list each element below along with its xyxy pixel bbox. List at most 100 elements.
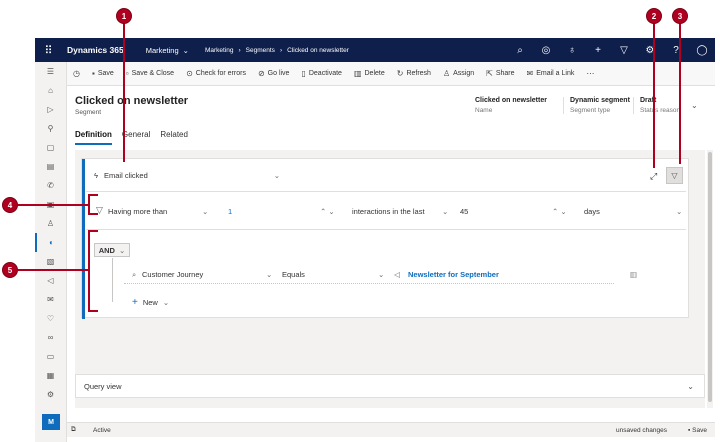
schedule-icon[interactable]: ▦ <box>35 366 66 385</box>
location-icon[interactable]: ⚙ <box>35 385 66 404</box>
play-icon[interactable]: ▷ <box>35 100 66 119</box>
tab-related[interactable]: Related <box>160 130 188 145</box>
phone-icon[interactable]: ✆ <box>35 176 66 195</box>
interaction-selector[interactable]: ϟ Email clicked ⌄ <box>94 171 280 180</box>
mail-icon[interactable]: ✉ <box>35 290 66 309</box>
lightning-icon: ϟ <box>94 171 98 180</box>
header-field-value: Dynamic segment <box>570 97 630 104</box>
lookup-icon: ◁ <box>394 270 400 279</box>
app-name: Marketing <box>145 45 179 55</box>
app-switcher[interactable]: Marketing ⌄ <box>146 46 189 55</box>
delete-label: Delete <box>364 70 385 77</box>
operator-dropdown[interactable]: AND ⌄ <box>94 243 130 257</box>
chevron-down-icon[interactable]: ⌄ <box>378 270 384 279</box>
unit-dropdown[interactable]: days <box>584 207 600 216</box>
plus-icon: + <box>132 297 138 308</box>
filter-button[interactable]: ▽ <box>666 167 683 184</box>
tab-definition[interactable]: Definition <box>75 130 112 145</box>
stepper-icon[interactable]: ⌃ ⌄ <box>320 207 335 216</box>
deactivate-label: Deactivate <box>308 70 342 77</box>
go-live-icon: ⊘ <box>257 69 265 78</box>
chevron-down-icon[interactable]: ⌄ <box>687 382 694 391</box>
operator-select[interactable]: Equals <box>282 270 305 279</box>
statusbar-save-button[interactable]: ▪ Save <box>688 427 707 434</box>
share-label: Share <box>495 70 515 77</box>
delete-button[interactable]: ▥ Delete <box>348 69 391 78</box>
tab-general[interactable]: General <box>122 130 150 145</box>
assign-button[interactable]: ♙ Assign <box>437 69 480 78</box>
deactivate-icon: ▯ <box>301 69 306 78</box>
pin-icon[interactable]: ⚲ <box>35 119 66 138</box>
chevron-down-icon[interactable]: ⌄ <box>202 207 208 216</box>
header-field-label: Name <box>475 107 493 114</box>
chevron-down-icon[interactable]: ⌄ <box>676 207 682 216</box>
event-icon[interactable]: ▭ <box>35 347 66 366</box>
contact-icon[interactable]: ♙ <box>35 214 66 233</box>
header-field-label: Status reason <box>640 107 681 114</box>
query-view-panel[interactable]: Query view ⌄ <box>75 374 705 398</box>
callout-line <box>18 269 88 271</box>
breadcrumb-item[interactable]: Marketing <box>205 47 234 54</box>
save-close-button[interactable]: ▫ Save & Close <box>120 69 180 78</box>
window-input[interactable]: 45 <box>460 207 468 216</box>
lightbulb-icon[interactable]: ♁ <box>559 45 585 56</box>
chevron-down-icon[interactable]: ⌄ <box>266 270 272 279</box>
add-new-button[interactable]: + New ⌄ <box>132 297 169 308</box>
scrollbar-thumb[interactable] <box>708 152 712 402</box>
block-accent <box>82 159 85 319</box>
status-bar: ⧉ Active unsaved changes ▪ Save <box>67 422 715 437</box>
filter-icon[interactable]: ▽ <box>611 45 637 56</box>
chevron-down-icon[interactable]: ⌄ <box>691 101 698 110</box>
chevron-right-icon: › <box>238 46 241 54</box>
search-icon[interactable]: ⌕ <box>507 45 533 56</box>
gear-icon[interactable]: ⚙ <box>637 45 663 56</box>
help-icon[interactable]: ? <box>663 45 689 56</box>
go-live-button[interactable]: ⊘ Go live <box>252 69 296 78</box>
breadcrumb-item: Clicked on newsletter <box>287 46 349 54</box>
check-errors-icon: ⊙ <box>186 69 193 78</box>
delete-icon[interactable]: ▥ <box>630 270 637 279</box>
menu-icon[interactable]: ☰ <box>35 62 66 81</box>
calendar-icon[interactable]: ▤ <box>35 157 66 176</box>
condition-dropdown[interactable]: Having more than <box>108 207 167 216</box>
user-icon[interactable]: ◯ <box>689 45 715 56</box>
field-dropdown[interactable]: Customer Journey <box>142 270 203 279</box>
callout-line <box>653 22 655 168</box>
deactivate-button[interactable]: ▯ Deactivate <box>295 69 347 78</box>
share-button[interactable]: ⇱ Share <box>480 69 520 78</box>
document-icon[interactable]: ▢ <box>35 138 66 157</box>
form-tabs: Definition General Related <box>75 130 188 145</box>
callout-marker: 2 <box>646 8 662 24</box>
home-icon[interactable]: ⌂ <box>35 81 66 100</box>
count-input[interactable]: 1 <box>228 207 232 216</box>
scrollbar[interactable] <box>707 150 713 408</box>
app-launcher-icon[interactable]: ⠿ <box>35 44 61 57</box>
plus-icon[interactable]: + <box>585 45 611 56</box>
chevron-down-icon[interactable]: ⌄ <box>442 207 448 216</box>
heart-icon[interactable]: ♡ <box>35 309 66 328</box>
save-close-icon: ▫ <box>125 69 129 78</box>
check-errors-button[interactable]: ⊙ Check for errors <box>180 69 252 78</box>
segment-icon[interactable]: ◐ <box>35 233 66 252</box>
task-icon[interactable]: ◎ <box>533 45 559 56</box>
save-icon: ▪ <box>91 69 95 78</box>
share-icon: ⇱ <box>486 69 493 78</box>
more-commands-button[interactable]: ⋯ <box>580 69 600 78</box>
stepper-icon[interactable]: ⌃ ⌄ <box>552 207 567 216</box>
email-link-button[interactable]: ✉ Email a Link <box>521 69 581 78</box>
refresh-button[interactable]: ↻ Refresh <box>391 69 437 78</box>
avatar[interactable]: M <box>42 414 60 430</box>
breadcrumb-item[interactable]: Segments <box>246 47 275 54</box>
chevron-right-icon: › <box>279 46 283 54</box>
popout-icon[interactable]: ⧉ <box>71 426 76 434</box>
value-lookup-link[interactable]: Newsletter for September <box>408 270 499 279</box>
callout-bracket <box>88 230 98 312</box>
save-button[interactable]: ▪ Save <box>86 69 120 78</box>
megaphone-icon[interactable]: ◁ <box>35 271 66 290</box>
window-dropdown[interactable]: interactions in the last <box>352 207 425 216</box>
history-button[interactable]: ◷ <box>67 69 86 78</box>
expand-icon[interactable]: ⤢ <box>650 171 657 182</box>
callout-marker: 4 <box>2 197 18 213</box>
brand-title[interactable]: Dynamics 365 <box>67 45 124 55</box>
link-icon[interactable]: ∞ <box>35 328 66 347</box>
